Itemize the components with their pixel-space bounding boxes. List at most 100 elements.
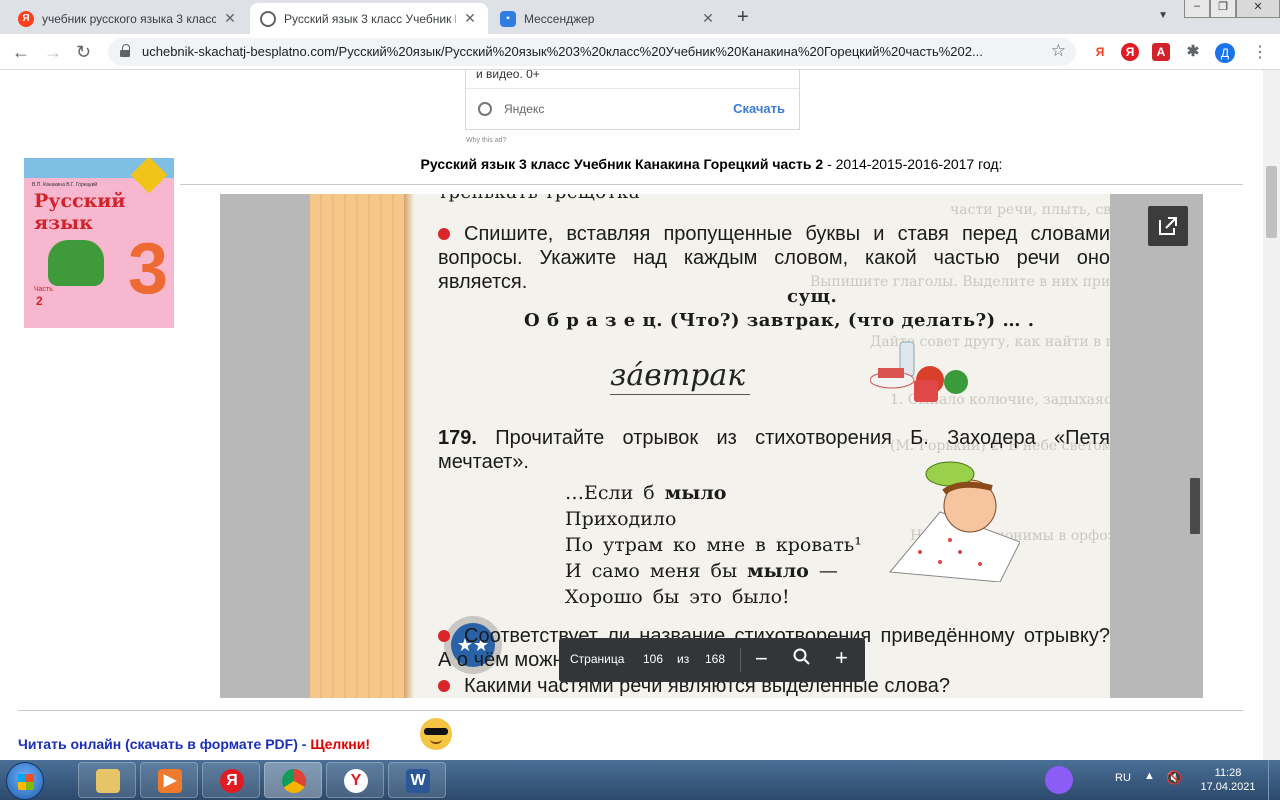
divider	[466, 88, 799, 89]
alice-assistant-icon[interactable]	[1045, 766, 1073, 794]
book-spine-margin	[310, 194, 404, 698]
red-bullet-icon	[438, 680, 450, 692]
poem-text: По утрам ко мне в кровать¹	[565, 534, 862, 556]
tab-search-dropdown-icon[interactable]: ▼	[1158, 10, 1168, 21]
window-controls: – ❐ ✕	[1184, 0, 1280, 18]
poem-line-3: По утрам ко мне в кровать¹	[565, 534, 862, 556]
zoom-in-button[interactable]: +	[835, 645, 848, 671]
system-clock[interactable]: 11:28 17.04.2021	[1198, 766, 1258, 794]
chrome-icon	[282, 769, 306, 793]
ad-text: и видео. 0+	[476, 70, 540, 81]
read-online-link[interactable]: Читать онлайн (скачать в формате PDF) - …	[18, 736, 370, 752]
yandex-red-extension-icon[interactable]: Я	[1121, 43, 1139, 61]
sleeping-boy-illustration	[889, 461, 1020, 582]
taskbar-explorer[interactable]	[78, 762, 136, 798]
close-tab-icon[interactable]: ✕	[700, 10, 716, 27]
pdf-extension-icon[interactable]: A	[1152, 43, 1170, 61]
divider	[18, 710, 1243, 711]
scrollbar-thumb[interactable]	[1266, 166, 1277, 238]
poem-text: …Если б	[565, 482, 665, 504]
poem-line-1: …Если б мыло	[565, 482, 726, 504]
cover-title-line2: язык	[34, 212, 93, 234]
clock-time: 11:28	[1214, 767, 1242, 779]
ad-block[interactable]: и видео. 0+ Яндекс Скачать	[465, 70, 800, 130]
globe-icon	[260, 10, 276, 27]
ad-source: Яндекс	[504, 102, 545, 116]
bleed-through-text: части речи, плыть, свет.	[950, 202, 1110, 218]
folder-icon	[96, 769, 120, 793]
book-page-scan: части речи, плыть, свет. Выпишите глагол…	[310, 194, 1110, 698]
mouth-shape	[430, 739, 442, 744]
kebab-menu-icon[interactable]: ⋮	[1252, 42, 1268, 62]
current-page-input[interactable]: 106	[643, 652, 663, 666]
click-here-text: Щелкни!	[310, 736, 370, 752]
forward-arrow-icon[interactable]: →	[44, 42, 62, 63]
yandex-icon: Я	[18, 10, 34, 27]
media-player-icon: ▶	[158, 769, 182, 793]
poem-highlight: мыло	[664, 482, 727, 504]
handwritten-word: за́втрак	[610, 358, 746, 393]
close-tab-icon[interactable]: ✕	[222, 10, 238, 27]
yandex-extension-icon[interactable]: Я	[1091, 43, 1109, 61]
zoom-out-button[interactable]: −	[755, 646, 768, 672]
address-bar[interactable]: uchebnik-skachatj-besplatno.com/Русский%…	[108, 38, 1076, 66]
tab-title: учебник русского языка 3 класс	[42, 11, 216, 26]
read-online-text: Читать онлайн (скачать в формате PDF) -	[18, 736, 311, 752]
globe-icon	[478, 102, 492, 116]
cover-title-line1: Русский	[34, 190, 126, 212]
close-tab-icon[interactable]: ✕	[462, 10, 478, 27]
tab-title: Русский язык 3 класс Учебник К	[284, 11, 456, 26]
language-indicator[interactable]: RU	[1115, 772, 1131, 784]
why-this-ad-link[interactable]: Why this ad?	[466, 137, 506, 144]
book-cover-image[interactable]: В.П. Канакина В.Г. Горецкий Русский язык…	[24, 158, 174, 328]
sunglasses-emoji-icon	[420, 718, 452, 750]
tab-yandex-search[interactable]: Я учебник русского языка 3 класс ✕	[8, 3, 248, 34]
spine-shadow	[404, 194, 414, 698]
open-in-new-window-button[interactable]	[1148, 206, 1188, 246]
new-tab-button[interactable]: +	[737, 6, 749, 29]
profile-avatar[interactable]: Д	[1215, 43, 1235, 63]
taskbar-media-player[interactable]: ▶	[140, 762, 198, 798]
taskbar-yandex[interactable]: Y	[326, 762, 384, 798]
back-arrow-icon[interactable]: ←	[12, 42, 30, 63]
start-button[interactable]	[6, 762, 44, 800]
poem-line-2: Приходило	[565, 508, 676, 530]
browser-tab-strip: Я учебник русского языка 3 класс ✕ Русск…	[0, 0, 1280, 34]
tray-expand-icon[interactable]: ▲	[1144, 770, 1155, 782]
volume-icon[interactable]: 🔇	[1166, 770, 1182, 786]
lock-icon	[120, 44, 130, 57]
taskbar-chrome[interactable]	[264, 762, 322, 798]
poem-highlight: мыло	[747, 560, 809, 582]
extensions-puzzle-icon[interactable]: ✱	[1184, 43, 1202, 61]
page-title-bold: Русский язык 3 класс Учебник Канакина Го…	[420, 156, 824, 172]
taskbar-yandex-browser[interactable]: Я	[202, 762, 260, 798]
show-desktop-button[interactable]	[1268, 760, 1280, 800]
reload-icon[interactable]: ↻	[76, 42, 91, 63]
red-bullet-icon	[438, 630, 450, 642]
zoom-icon[interactable]	[793, 648, 811, 666]
taskbar-word[interactable]: W	[388, 762, 446, 798]
minimize-button[interactable]: –	[1184, 0, 1210, 18]
restore-button[interactable]: ❐	[1210, 0, 1236, 18]
divider	[180, 184, 1243, 185]
task-1-body: Спишите, вставляя пропущенные буквы и ст…	[438, 223, 1110, 293]
page-title: Русский язык 3 класс Учебник Канакина Го…	[180, 156, 1243, 172]
poem-text: —	[808, 560, 838, 582]
page-title-years: - 2014-2015-2016-2017 год:	[823, 156, 1003, 172]
tab-textbook[interactable]: Русский язык 3 класс Учебник К ✕	[250, 3, 488, 34]
breakfast-illustration	[870, 341, 968, 402]
poem-line-4: И само меня бы мыло —	[565, 560, 838, 582]
tab-messenger[interactable]: ▪ Мессенджер ✕	[490, 3, 726, 34]
word-icon: W	[406, 769, 430, 793]
viewer-scrollbar[interactable]	[1190, 478, 1200, 534]
cover-part-label: Часть	[34, 286, 53, 293]
poem-text: Хорошо бы это было!	[565, 586, 790, 608]
pdf-viewer[interactable]: части речи, плыть, свет. Выпишите глагол…	[220, 194, 1203, 698]
cover-car-illustration	[48, 240, 104, 286]
poem-text: Приходило	[565, 508, 677, 530]
ad-download-button[interactable]: Скачать	[733, 101, 785, 116]
bookmark-star-icon[interactable]: ☆	[1051, 41, 1066, 61]
sample-line: О б р а з е ц. (Что?) завтрак, (что дела…	[524, 310, 1035, 331]
page-scrollbar[interactable]	[1263, 70, 1280, 760]
close-window-button[interactable]: ✕	[1236, 0, 1280, 18]
